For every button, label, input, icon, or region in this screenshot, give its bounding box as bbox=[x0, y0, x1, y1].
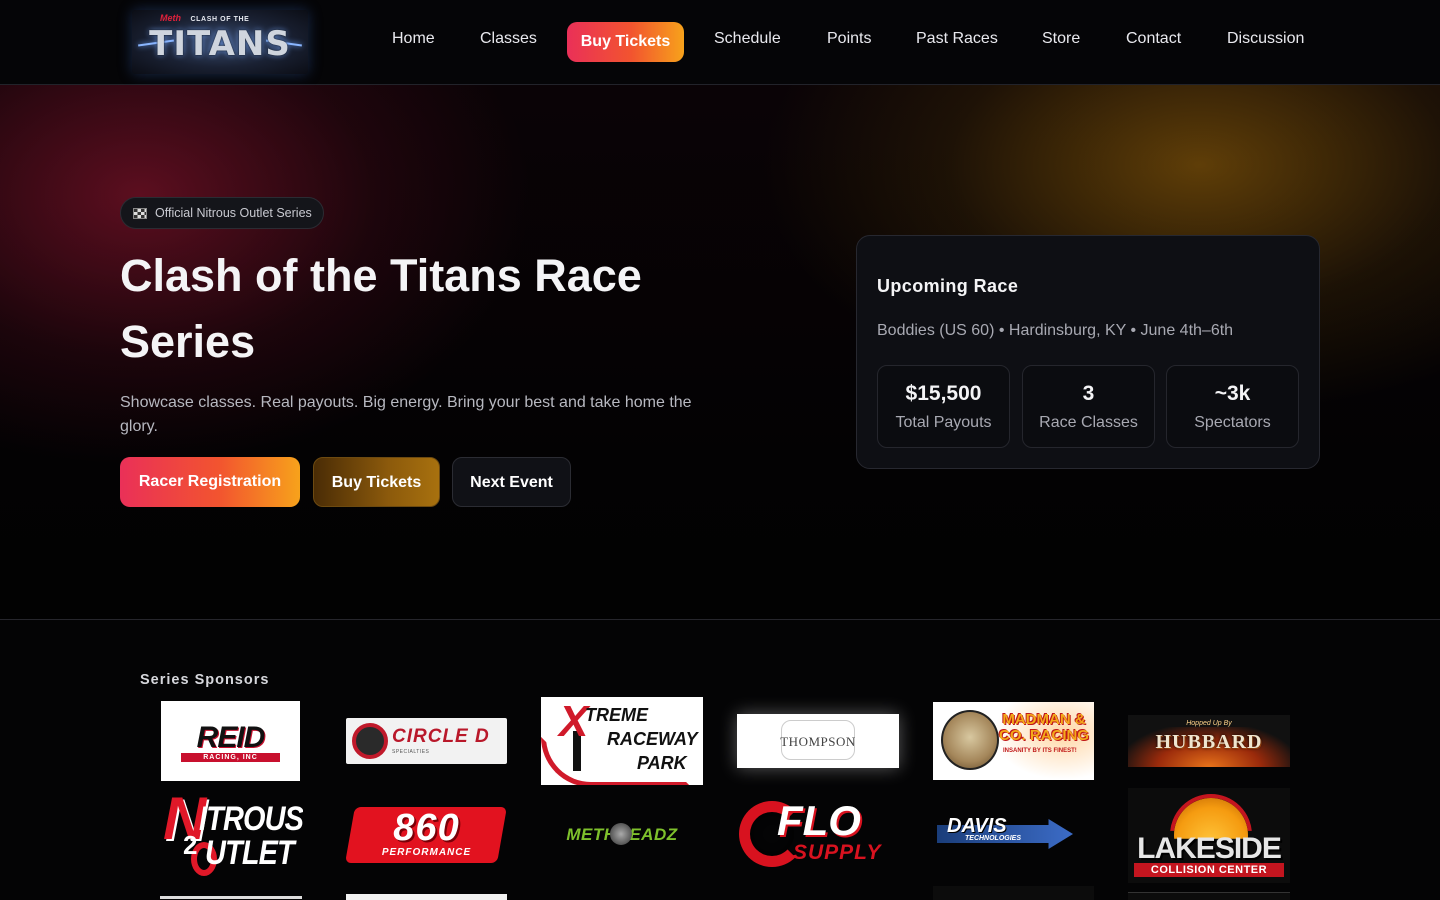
logo-subtext: PERFORMANCE bbox=[381, 847, 472, 858]
logo-text: LAKESIDE bbox=[1137, 832, 1282, 865]
nav-link-points[interactable]: Points bbox=[827, 30, 871, 48]
sponsor-logo-xtreme-raceway-park[interactable]: X TREME RACEWAY PARK bbox=[541, 697, 703, 785]
sponsor-logo-860-performance[interactable]: 860 PERFORMANCE bbox=[346, 805, 507, 865]
skull-icon bbox=[941, 710, 999, 770]
circle-d-emblem-icon bbox=[352, 723, 388, 759]
series-badge-text: Official Nitrous Outlet Series bbox=[155, 206, 312, 220]
upcoming-race-details: Boddies (US 60) • Hardinsburg, KY • June… bbox=[877, 322, 1233, 340]
buy-tickets-button[interactable]: Buy Tickets bbox=[313, 457, 440, 507]
logo-initial: X bbox=[559, 697, 589, 746]
upcoming-race-title: Upcoming Race bbox=[877, 276, 1019, 296]
stat-total-payouts: $15,500 Total Payouts bbox=[877, 365, 1010, 448]
hero-subtitle: Showcase classes. Real payouts. Big ener… bbox=[120, 394, 692, 435]
separator-dot: • bbox=[1130, 322, 1137, 339]
logo-subtext: Hopped Up By bbox=[1186, 720, 1232, 727]
sponsor-logo-reid-racing[interactable]: REID RACING, INC bbox=[161, 701, 300, 781]
checkered-flag-icon bbox=[133, 207, 147, 219]
nav-link-discussion[interactable]: Discussion bbox=[1227, 30, 1304, 48]
nav-link-home[interactable]: Home bbox=[392, 30, 435, 48]
sponsor-logo-flo-supply[interactable]: FLO SUPPLY bbox=[737, 795, 899, 875]
upcoming-race-card: Upcoming Race Boddies (US 60) • Hardinsb… bbox=[856, 235, 1320, 469]
race-dates: June 4th–6th bbox=[1140, 322, 1234, 339]
nav-link-contact[interactable]: Contact bbox=[1126, 30, 1181, 48]
stat-label: Race Classes bbox=[1039, 414, 1138, 431]
nav-link-past-races[interactable]: Past Races bbox=[916, 30, 998, 48]
logo-text-line2: UTLET bbox=[205, 834, 295, 872]
racer-registration-button[interactable]: Racer Registration bbox=[120, 457, 300, 507]
hero-section: Official Nitrous Outlet Series Clash of … bbox=[0, 85, 1440, 620]
logo-text: FLO bbox=[777, 797, 861, 844]
logo-text: THOMPSON bbox=[780, 734, 856, 749]
logo-text-line2: RACEWAY bbox=[607, 729, 698, 749]
logo-subtext: RACING, INC bbox=[181, 753, 280, 762]
nav-links: Home Classes Buy Tickets Schedule Points… bbox=[0, 0, 1440, 85]
sponsor-logo-hubbard[interactable]: Hopped Up By HUBBARD bbox=[1128, 715, 1290, 767]
logo-subtext: TECHNOLOGIES bbox=[965, 835, 1022, 842]
logo-text-line3: PARK bbox=[637, 753, 687, 773]
sponsor-logo-methheadz[interactable]: METHHEADZ bbox=[541, 818, 703, 852]
logo-text-line1: TREME bbox=[585, 705, 648, 725]
logo-text: CIRCLE D bbox=[392, 726, 490, 747]
stat-value: $15,500 bbox=[905, 382, 982, 405]
sponsor-logo-partial[interactable] bbox=[346, 894, 507, 900]
nav-link-store[interactable]: Store bbox=[1042, 30, 1080, 48]
race-location: Hardinsburg, KY bbox=[1008, 322, 1127, 339]
sponsor-logo-partial[interactable] bbox=[1128, 892, 1290, 900]
hero-title: Clash of the Titans Race Series bbox=[120, 250, 642, 367]
nav-link-classes[interactable]: Classes bbox=[480, 30, 537, 48]
sponsors-section: Series Sponsors REID RACING, INC CIRCLE … bbox=[0, 620, 1440, 900]
logo-text: REID bbox=[196, 721, 266, 754]
top-navigation: Meth CLASH OF THE TITANS Home Classes Bu… bbox=[0, 0, 1440, 85]
sponsor-logo-lakeside-collision[interactable]: LAKESIDE COLLISION CENTER bbox=[1128, 788, 1290, 883]
sponsor-logo-partial[interactable] bbox=[933, 886, 1094, 900]
nav-link-schedule[interactable]: Schedule bbox=[714, 30, 781, 48]
sponsor-logo-madman-racing[interactable]: MADMAN & CO. RACING INSANITY BY ITS FINE… bbox=[933, 702, 1094, 780]
logo-subscript: 2 bbox=[183, 830, 198, 860]
logo-subtext: SPECIALTIES bbox=[392, 749, 430, 755]
skull-icon bbox=[610, 823, 632, 845]
nav-link-buy-tickets[interactable]: Buy Tickets bbox=[567, 22, 684, 62]
series-badge: Official Nitrous Outlet Series bbox=[120, 197, 324, 229]
sponsor-logo-nitrous-outlet[interactable]: N ITROUS 2 UTLET bbox=[161, 786, 303, 884]
sponsors-title: Series Sponsors bbox=[140, 672, 270, 688]
stat-label: Spectators bbox=[1194, 414, 1271, 431]
sponsor-logo-circle-d[interactable]: CIRCLE D SPECIALTIES bbox=[346, 718, 507, 764]
next-event-button[interactable]: Next Event bbox=[452, 457, 571, 507]
race-venue: Boddies (US 60) bbox=[877, 322, 995, 339]
logo-subtext: SUPPLY bbox=[793, 841, 882, 864]
logo-text: HUBBARD bbox=[1155, 731, 1263, 753]
logo-subtext: COLLISION CENTER bbox=[1134, 863, 1284, 877]
sponsor-logo-partial[interactable] bbox=[160, 896, 302, 900]
stat-race-classes: 3 Race Classes bbox=[1022, 365, 1155, 448]
logo-subtext: INSANITY BY ITS FINEST! bbox=[1003, 748, 1077, 754]
logo-text: 860 bbox=[393, 807, 460, 849]
stat-label: Total Payouts bbox=[895, 414, 992, 431]
sponsor-logo-thompson[interactable]: THOMPSON bbox=[737, 714, 899, 768]
logo-text: MADMAN & CO. RACING bbox=[999, 711, 1089, 744]
stat-spectators: ~3k Spectators bbox=[1166, 365, 1299, 448]
stat-value: ~3k bbox=[1214, 382, 1251, 405]
separator-dot: • bbox=[998, 322, 1005, 339]
sponsor-logo-davis-technologies[interactable]: DAVIS TECHNOLOGIES bbox=[933, 811, 1094, 859]
stat-value: 3 bbox=[1082, 382, 1095, 405]
